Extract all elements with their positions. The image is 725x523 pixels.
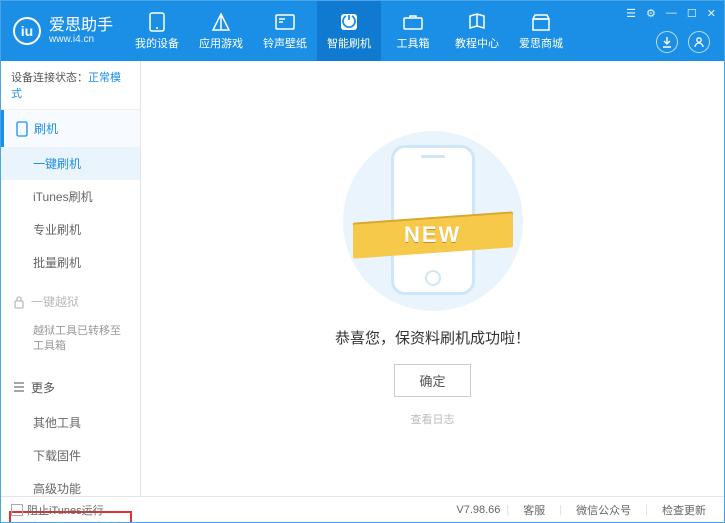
checkbox-icon: ✓ [11, 504, 23, 516]
titlebar: iu 爱思助手 www.i4.cn 我的设备 应用游戏 铃声壁纸 智能刷机 [1, 1, 724, 61]
sidebar-item-itunes[interactable]: iTunes刷机 [1, 180, 140, 213]
book-icon [467, 12, 487, 32]
store-icon [531, 12, 551, 32]
header-actions [656, 31, 710, 53]
ok-button[interactable]: 确定 [394, 364, 470, 397]
tab-smart-flash[interactable]: 智能刷机 [317, 1, 381, 61]
tab-toolbox[interactable]: 工具箱 [381, 1, 445, 61]
chk-label: 阻止iTunes运行 [27, 502, 104, 518]
version-label: V7.98.66 [456, 504, 500, 516]
top-tabs: 我的设备 应用游戏 铃声壁纸 智能刷机 工具箱 教程中心 [125, 1, 573, 61]
maximize-icon[interactable]: ☐ [687, 7, 697, 20]
sidebar-item-pro[interactable]: 专业刷机 [1, 213, 140, 246]
group-label: 更多 [31, 379, 55, 396]
tab-tutorials[interactable]: 教程中心 [445, 1, 509, 61]
download-icon[interactable] [656, 31, 678, 53]
flash-icon [339, 12, 359, 32]
chk-block-itunes[interactable]: ✓ 阻止iTunes运行 [11, 502, 104, 518]
tab-label: 爱思商城 [519, 35, 563, 51]
brand-url: www.i4.cn [49, 34, 113, 45]
group-label: 刷机 [34, 120, 58, 137]
menu-icon[interactable]: ☰ [626, 7, 636, 20]
success-illustration: NEW [343, 131, 523, 311]
conn-label: 设备连接状态： [11, 72, 88, 84]
jailbreak-note: 越狱工具已转移至工具箱 [1, 320, 140, 365]
app-window: iu 爱思助手 www.i4.cn 我的设备 应用游戏 铃声壁纸 智能刷机 [0, 0, 725, 523]
window-controls: ☰ ⚙ — ☐ ✕ [626, 7, 716, 20]
statusbar: ✓ 阻止iTunes运行 V7.98.66 | 客服 | 微信公众号 | 检查更… [1, 496, 724, 522]
ribbon-text: NEW [404, 222, 461, 248]
settings-icon[interactable]: ⚙ [646, 7, 656, 20]
tab-label: 工具箱 [397, 35, 430, 51]
tab-label: 铃声壁纸 [263, 35, 307, 51]
view-log-link[interactable]: 查看日志 [411, 411, 455, 427]
update-link[interactable]: 检查更新 [654, 502, 714, 518]
main-panel: NEW 恭喜您，保资料刷机成功啦！ 确定 查看日志 [141, 61, 724, 496]
sidebar-group-jailbreak: 一键越狱 [1, 283, 140, 320]
tab-label: 智能刷机 [327, 35, 371, 51]
body: 设备连接状态：正常模式 刷机 一键刷机 iTunes刷机 专业刷机 批量刷机 一… [1, 61, 724, 496]
tab-store[interactable]: 爱思商城 [509, 1, 573, 61]
tab-label: 应用游戏 [199, 35, 243, 51]
sidebar-item-other[interactable]: 其他工具 [1, 406, 140, 439]
logo-icon: iu [13, 17, 41, 45]
minimize-icon[interactable]: — [666, 7, 677, 20]
success-message: 恭喜您，保资料刷机成功啦！ [335, 327, 530, 348]
tab-ringtones[interactable]: 铃声壁纸 [253, 1, 317, 61]
sidebar-group-more[interactable]: 更多 [1, 369, 140, 406]
tab-label: 我的设备 [135, 35, 179, 51]
toolbox-icon [403, 12, 423, 32]
tab-apps-games[interactable]: 应用游戏 [189, 1, 253, 61]
connection-status: 设备连接状态：正常模式 [1, 61, 140, 110]
phone-icon [16, 121, 28, 137]
group-label: 一键越狱 [31, 293, 79, 310]
lock-icon [13, 295, 25, 309]
user-icon[interactable] [688, 31, 710, 53]
apps-icon [211, 12, 231, 32]
brand-name: 爱思助手 [49, 17, 113, 35]
list-icon [13, 382, 25, 392]
sidebar-item-firmware[interactable]: 下载固件 [1, 439, 140, 472]
sidebar-item-batch[interactable]: 批量刷机 [1, 246, 140, 279]
tab-my-devices[interactable]: 我的设备 [125, 1, 189, 61]
sidebar-item-onekey[interactable]: 一键刷机 [1, 147, 140, 180]
device-icon [147, 12, 167, 32]
close-icon[interactable]: ✕ [707, 7, 716, 20]
sidebar-group-flash[interactable]: 刷机 [1, 110, 140, 147]
support-link[interactable]: 客服 [515, 502, 553, 518]
wallpaper-icon [275, 12, 295, 32]
logo: iu 爱思助手 www.i4.cn [1, 17, 125, 46]
tab-label: 教程中心 [455, 35, 499, 51]
wechat-link[interactable]: 微信公众号 [568, 502, 639, 518]
sidebar: 设备连接状态：正常模式 刷机 一键刷机 iTunes刷机 专业刷机 批量刷机 一… [1, 61, 141, 496]
